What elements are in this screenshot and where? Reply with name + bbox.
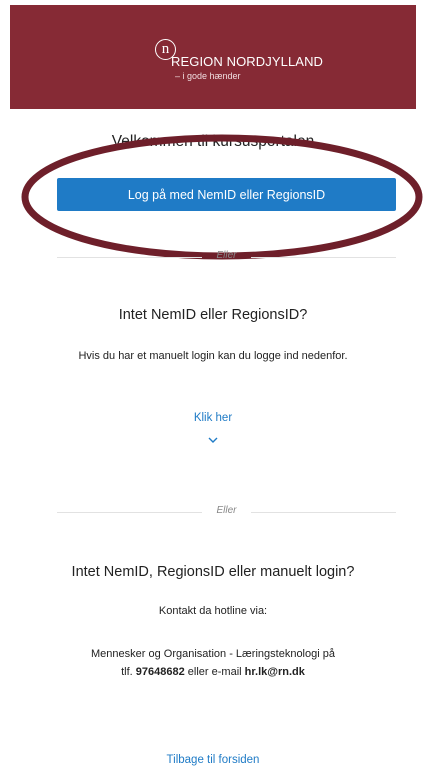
- logo-brand-name: REGION NORDJYLLAND: [171, 54, 324, 69]
- divider-label: Eller: [216, 505, 237, 516]
- manual-login-text: Hvis du har et manuelt login kan du logg…: [78, 350, 348, 362]
- divider-bottom: Eller: [57, 505, 396, 519]
- divider-label: Eller: [216, 250, 237, 261]
- nemid-login-button[interactable]: Log på med NemID eller RegionsID: [57, 178, 396, 211]
- email-address[interactable]: hr.lk@rn.dk: [245, 666, 305, 678]
- click-here-link[interactable]: Klik her: [0, 412, 426, 424]
- phone-number: 97648682: [135, 666, 185, 678]
- email-prefix: eller e-mail: [187, 666, 242, 678]
- hotline-intro: Kontakt da hotline via:: [158, 605, 268, 617]
- divider-line-right: [251, 512, 396, 513]
- back-to-home-link[interactable]: Tilbage til forsiden: [0, 754, 426, 766]
- manual-login-heading: Intet NemID eller RegionsID?: [118, 307, 308, 323]
- site-header: n REGION NORDJYLLAND – i gode hænder: [10, 5, 416, 109]
- hotline-contact-line1: Mennesker og Organisation - Læringstekno…: [91, 648, 335, 660]
- phone-prefix: tlf.: [121, 666, 133, 678]
- divider-top: Eller: [57, 250, 396, 264]
- divider-line-right: [251, 257, 396, 258]
- region-nordjylland-logo[interactable]: n REGION NORDJYLLAND – i gode hænder: [155, 39, 345, 85]
- logo-tagline: – i gode hænder: [175, 71, 241, 81]
- chevron-down-icon[interactable]: [207, 436, 219, 444]
- hotline-contact-line2: tlf. 97648682 eller e-mail hr.lk@rn.dk: [0, 663, 426, 681]
- welcome-title: Velkommen til kursusportalen: [111, 133, 315, 150]
- hotline-heading: Intet NemID, RegionsID eller manuelt log…: [71, 564, 355, 580]
